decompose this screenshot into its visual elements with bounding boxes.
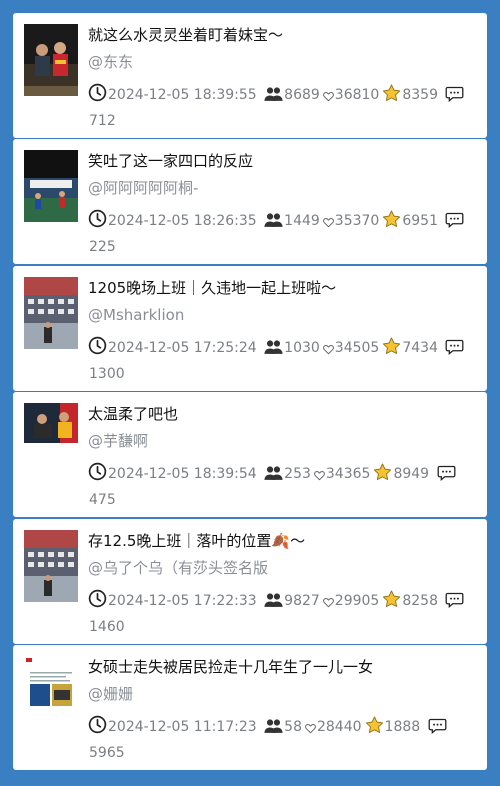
post-title[interactable]: 1205晚场上班｜久违地一起上班啦～ xyxy=(88,277,477,299)
clock-icon xyxy=(88,589,107,616)
people-icon xyxy=(264,339,283,363)
post-time: 2024-12-05 11:17:23 xyxy=(108,718,257,735)
post-card[interactable]: 1205晚场上班｜久违地一起上班啦～ @Msharklion 2024-12-05 … xyxy=(13,265,487,391)
post-author[interactable]: @芋馦啊 xyxy=(88,430,477,452)
post-thumbnail[interactable] xyxy=(24,24,78,96)
star-icon[interactable] xyxy=(382,210,401,236)
comment-icon[interactable] xyxy=(428,718,447,742)
star-icon[interactable] xyxy=(365,716,384,742)
clock-icon xyxy=(88,83,107,110)
comment-icon[interactable] xyxy=(445,86,464,110)
post-title[interactable]: 女硕士走失被居民捡走十几年生了一儿一女 xyxy=(88,656,477,678)
clock-icon xyxy=(88,715,107,742)
people-icon xyxy=(264,718,283,742)
post-title[interactable]: 笑吐了这一家四口的反应 xyxy=(88,150,477,172)
post-thumbnail[interactable] xyxy=(24,403,78,476)
post-author[interactable]: @阿阿阿阿阿桐- xyxy=(88,177,477,199)
post-title[interactable]: 太温柔了吧也 xyxy=(88,403,477,425)
view-count: 58 xyxy=(284,718,302,735)
heart-icon[interactable] xyxy=(322,213,334,236)
like-count: 36810 xyxy=(334,87,380,103)
comment-icon[interactable] xyxy=(445,212,464,236)
favorite-count: 8949 xyxy=(393,466,430,483)
post-meta: 2024-12-05 11:17:23 58 28440 1888 5965 xyxy=(88,715,479,765)
post-card[interactable]: 笑吐了这一家四口的反应 @阿阿阿阿阿桐- 2024-12-05 18:26:35 1… xyxy=(13,139,487,265)
view-count: 1030 xyxy=(284,339,320,356)
post-card[interactable]: 就这么水灵灵坐着盯着妹宝～ @东东 2024-12-05 18:39:55 8689… xyxy=(13,13,487,138)
like-count: 34365 xyxy=(325,466,371,483)
favorite-count: 1888 xyxy=(384,718,421,735)
comment-count: 475 xyxy=(89,492,116,509)
post-card[interactable]: 存12.5晚上班｜落叶的位置🍂～ @乌了个乌（有莎头签名版 2024-12-05 1… xyxy=(13,518,487,644)
people-icon xyxy=(264,212,283,236)
post-thumbnail[interactable] xyxy=(24,529,78,602)
post-time: 2024-12-05 18:39:55 xyxy=(108,87,257,103)
heart-icon[interactable] xyxy=(322,87,334,110)
clock-icon xyxy=(88,209,107,236)
comment-icon[interactable] xyxy=(445,339,464,363)
favorite-count: 6951 xyxy=(402,213,438,230)
heart-icon[interactable] xyxy=(305,719,316,742)
comment-count: 1300 xyxy=(89,365,125,382)
people-icon xyxy=(264,592,283,616)
view-count: 8689 xyxy=(284,87,320,103)
comment-count: 5965 xyxy=(89,744,125,761)
post-time: 2024-12-05 17:22:33 xyxy=(108,592,257,609)
post-card[interactable]: 太温柔了吧也 @芋馦啊 2024-12-05 18:39:54 253 34365 89… xyxy=(13,392,487,518)
star-icon[interactable] xyxy=(382,84,401,110)
like-count: 28440 xyxy=(316,718,362,735)
post-meta: 2024-12-05 18:39:54 253 34365 8949 475 xyxy=(88,462,479,512)
post-meta: 2024-12-05 17:22:33 9827 29905 8258 1460 xyxy=(88,589,479,639)
post-list: 就这么水灵灵坐着盯着妹宝～ @东东 2024-12-05 18:39:55 8689… xyxy=(13,13,487,771)
post-thumbnail[interactable] xyxy=(24,150,78,223)
post-time: 2024-12-05 18:39:54 xyxy=(108,466,257,483)
clock-icon xyxy=(88,462,107,489)
star-icon[interactable] xyxy=(382,590,401,616)
post-author[interactable]: @东东 xyxy=(88,51,477,73)
people-icon xyxy=(264,86,283,110)
post-author[interactable]: @乌了个乌（有莎头签名版 xyxy=(88,557,477,579)
post-time: 2024-12-05 18:26:35 xyxy=(108,213,257,230)
post-thumbnail[interactable] xyxy=(24,655,78,728)
heart-icon[interactable] xyxy=(322,593,334,616)
post-thumbnail[interactable] xyxy=(24,276,78,349)
clock-icon xyxy=(88,336,107,363)
post-title[interactable]: 存12.5晚上班｜落叶的位置🍂～ xyxy=(88,530,477,552)
view-count: 253 xyxy=(284,466,311,483)
star-icon[interactable] xyxy=(382,337,401,363)
post-meta: 2024-12-05 18:39:55 8689 36810 8359 712 xyxy=(88,83,479,133)
heart-icon[interactable] xyxy=(322,340,334,363)
post-meta: 2024-12-05 17:25:24 1030 34505 7434 1300 xyxy=(88,336,479,386)
comment-count: 712 xyxy=(89,113,116,129)
post-meta: 2024-12-05 18:26:35 1449 35370 6951 225 xyxy=(88,209,479,259)
like-count: 29905 xyxy=(334,592,380,609)
heart-icon[interactable] xyxy=(313,466,325,489)
view-count: 9827 xyxy=(284,592,320,609)
view-count: 1449 xyxy=(284,213,320,230)
post-author[interactable]: @Msharklion xyxy=(88,304,477,326)
post-card[interactable]: 女硕士走失被居民捡走十几年生了一儿一女 @姗姗 2024-12-05 11:17:2… xyxy=(13,644,487,770)
post-author[interactable]: @姗姗 xyxy=(88,683,477,705)
favorite-count: 7434 xyxy=(402,339,438,356)
favorite-count: 8258 xyxy=(402,592,438,609)
comment-count: 225 xyxy=(89,239,116,256)
post-time: 2024-12-05 17:25:24 xyxy=(108,339,257,356)
comment-count: 1460 xyxy=(89,618,125,635)
post-title[interactable]: 就这么水灵灵坐着盯着妹宝～ xyxy=(88,24,477,46)
comment-icon[interactable] xyxy=(437,465,456,489)
people-icon xyxy=(264,465,283,489)
like-count: 34505 xyxy=(334,339,380,356)
star-icon[interactable] xyxy=(373,463,392,489)
favorite-count: 8359 xyxy=(402,87,438,103)
comment-icon[interactable] xyxy=(445,592,464,616)
like-count: 35370 xyxy=(334,213,380,230)
